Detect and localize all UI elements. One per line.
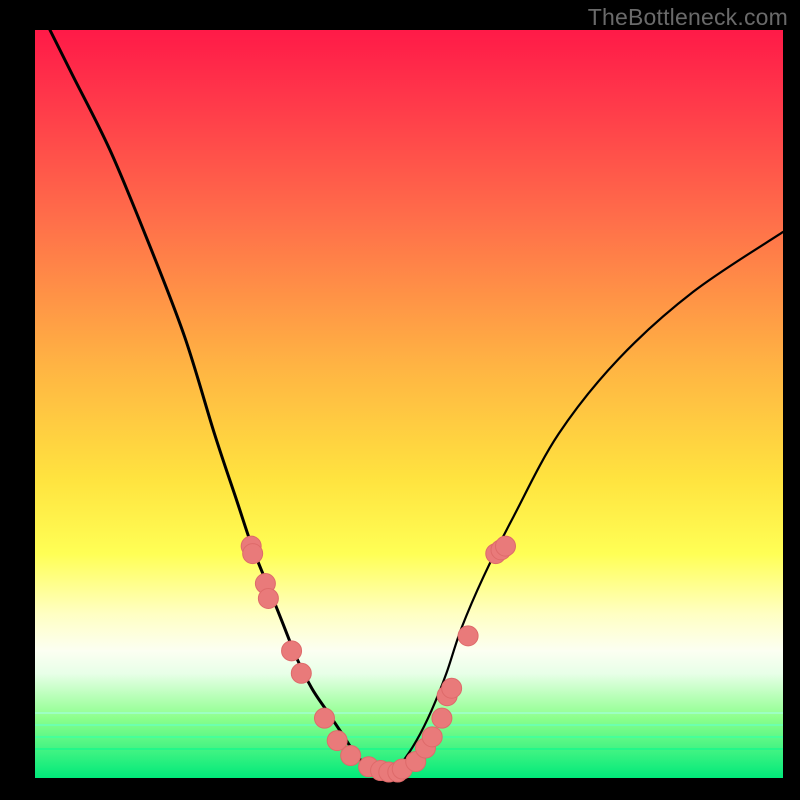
- data-point: [495, 536, 515, 556]
- data-point: [341, 746, 361, 766]
- data-point: [258, 588, 278, 608]
- chart-frame: TheBottleneck.com: [0, 0, 800, 800]
- data-point: [442, 678, 462, 698]
- data-point: [243, 544, 263, 564]
- data-point: [458, 626, 478, 646]
- curve-layer: [35, 30, 783, 778]
- data-point: [314, 708, 334, 728]
- data-point: [282, 641, 302, 661]
- data-point: [432, 708, 452, 728]
- data-point: [291, 663, 311, 683]
- watermark-text: TheBottleneck.com: [588, 4, 788, 31]
- series-lines: [50, 30, 783, 778]
- data-point: [422, 727, 442, 747]
- scatter-dots: [241, 536, 515, 782]
- plot-area: [35, 30, 783, 778]
- series-left-curve: [50, 30, 372, 771]
